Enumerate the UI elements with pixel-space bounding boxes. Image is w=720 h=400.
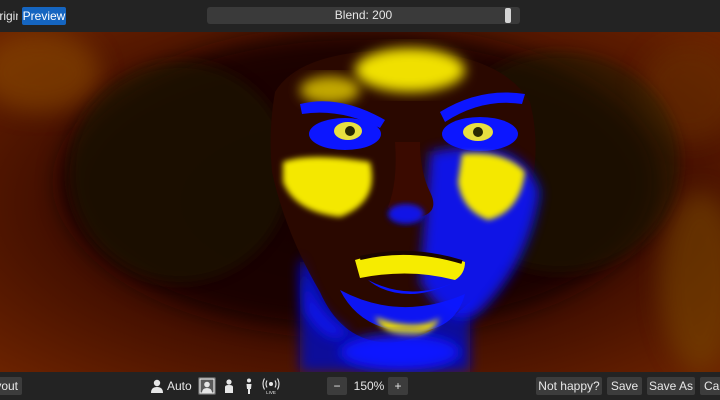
zoom-level: 150% [353,379,385,393]
live-broadcast-icon[interactable]: LIVE [260,377,282,395]
zoom-in-button[interactable]: + [388,377,408,395]
auto-label: Auto [167,379,192,393]
blend-slider[interactable]: Blend: 200 [207,7,520,24]
processed-portrait-image [0,32,720,372]
zoom-in-label: + [394,379,402,393]
bottom-toolbar: Layout Auto LIVE − 150% + Not happy? Sav… [0,372,720,400]
full-body-icon[interactable] [240,377,258,395]
portrait-face-icon[interactable] [198,377,216,395]
tab-preview[interactable]: Preview [22,7,66,25]
top-toolbar: Original Preview Blend: 200 [0,0,720,32]
not-happy-button[interactable]: Not happy? [536,377,602,395]
layout-button-label: Layout [0,379,18,393]
zoom-out-button[interactable]: − [327,377,347,395]
blend-slider-thumb[interactable] [505,8,511,23]
zoom-out-label: − [333,379,341,393]
tab-preview-label: Preview [22,9,66,23]
tab-original-label: Original [0,9,18,23]
blend-slider-label: Blend: 200 [334,8,393,22]
save-as-button[interactable]: Save As [647,377,695,395]
save-label: Save [610,379,639,393]
layout-button[interactable]: Layout [0,377,22,395]
save-button[interactable]: Save [607,377,642,395]
cancel-label: Cancel [704,379,720,393]
cancel-button[interactable]: Cancel [700,377,720,395]
preview-canvas[interactable] [0,32,720,372]
not-happy-label: Not happy? [538,379,600,393]
live-label: LIVE [266,390,276,395]
person-auto-icon[interactable] [148,377,166,395]
upper-body-icon[interactable] [220,377,238,395]
save-as-label: Save As [648,379,694,393]
tab-original[interactable]: Original [0,7,18,25]
